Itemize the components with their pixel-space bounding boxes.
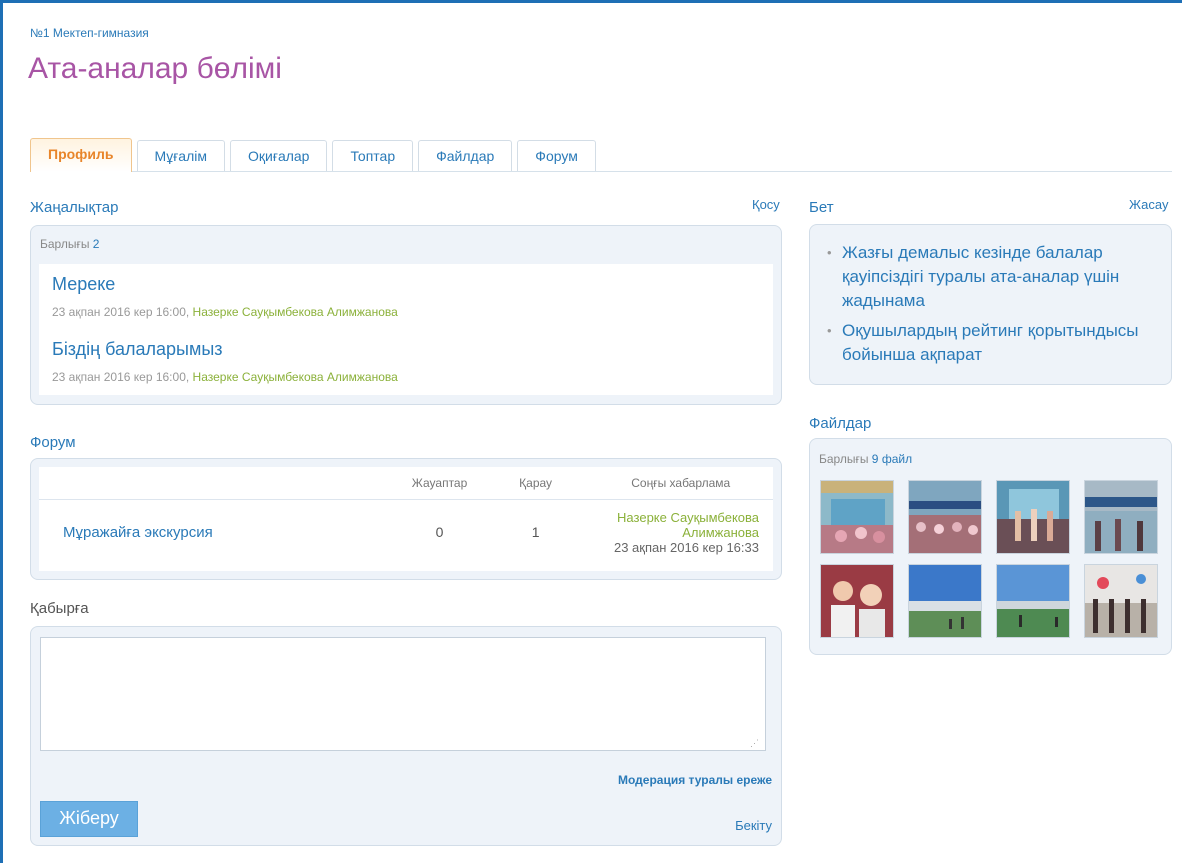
forum-col-views: Қарау <box>482 467 589 500</box>
files-box: Барлығы 9 файл <box>809 438 1172 655</box>
pages-list: Жазғы демалыс кезінде балалар қауіпсізді… <box>827 241 1163 373</box>
file-thumbnail[interactable] <box>820 480 894 554</box>
file-thumbnail[interactable] <box>908 480 982 554</box>
photo-icon <box>1085 565 1157 637</box>
list-item: Оқушылардың рейтинг қорытындысы бойынша … <box>827 319 1163 367</box>
pages-create-link[interactable]: Жасау <box>1129 197 1168 212</box>
page-title: Ата-аналар бөлімі <box>28 52 282 85</box>
wall-textarea[interactable] <box>40 637 766 751</box>
forum-topic-cell: Мұражайға экскурсия <box>39 500 396 565</box>
news-count: Барлығы 2 <box>40 237 99 251</box>
photo-icon <box>997 565 1069 637</box>
forum-table: Жауаптар Қарау Соңғы хабарлама Мұражайға… <box>39 467 773 564</box>
files-title: Файлдар <box>809 415 872 432</box>
forum-col-last: Соңғы хабарлама <box>588 467 773 500</box>
forum-table-wrap: Жауаптар Қарау Соңғы хабарлама Мұражайға… <box>39 467 773 571</box>
forum-col-replies: Жауаптар <box>396 467 483 500</box>
news-add-link[interactable]: Қосу <box>752 197 780 212</box>
forum-last-author[interactable]: Назерке Сауқымбекова Алимжанова <box>589 510 759 540</box>
news-item-meta: 23 ақпан 2016 кер 16:00, Назерке Сауқымб… <box>52 370 398 384</box>
page-link[interactable]: Жазғы демалыс кезінде балалар қауіпсізді… <box>842 243 1119 310</box>
photo-icon <box>1085 481 1157 553</box>
breadcrumb[interactable]: №1 Мектеп-гимназия <box>30 26 149 40</box>
news-count-value: 2 <box>92 237 100 251</box>
file-thumbnail[interactable] <box>996 564 1070 638</box>
file-thumbnail[interactable] <box>1084 480 1158 554</box>
tab-groups[interactable]: Топтар <box>332 140 414 171</box>
list-item: Жазғы демалыс кезінде балалар қауіпсізді… <box>827 241 1163 313</box>
tab-forum[interactable]: Форум <box>517 140 596 171</box>
table-header: Жауаптар Қарау Соңғы хабарлама <box>39 467 773 500</box>
forum-title: Форум <box>30 434 76 451</box>
moderation-rules-link[interactable]: Модерация туралы ереже <box>618 773 772 787</box>
files-count-label: Барлығы <box>819 452 869 466</box>
tab-files[interactable]: Файлдар <box>418 140 513 171</box>
news-item-title[interactable]: Біздің балаларымыз <box>52 339 223 360</box>
files-count-unit: файл <box>881 452 913 466</box>
news-list: Мереке 23 ақпан 2016 кер 16:00, Назерке … <box>39 264 773 395</box>
photo-icon <box>821 565 893 637</box>
pages-title: Бет <box>809 199 834 216</box>
forum-col-topic <box>39 467 397 500</box>
news-item-author[interactable]: Назерке Сауқымбекова Алимжанова <box>193 370 398 384</box>
pages-box: Жазғы демалыс кезінде балалар қауіпсізді… <box>809 224 1172 385</box>
photo-icon <box>909 565 981 637</box>
forum-views-cell: 1 <box>531 524 540 540</box>
file-thumbnail[interactable] <box>1084 564 1158 638</box>
news-count-label: Барлығы <box>40 237 90 251</box>
news-item-date: 23 ақпан 2016 кер 16:00, <box>52 305 190 319</box>
tab-bar: Профиль Мұғалім Оқиғалар Топтар Файлдар … <box>30 138 1172 172</box>
send-button[interactable]: Жіберу <box>40 801 138 837</box>
forum-box: Жауаптар Қарау Соңғы хабарлама Мұражайға… <box>30 458 782 580</box>
pin-link[interactable]: Бекіту <box>735 818 772 833</box>
forum-topic-link[interactable]: Мұражайға экскурсия <box>63 524 213 541</box>
wall-title: Қабырға <box>30 600 89 617</box>
news-item-meta: 23 ақпан 2016 кер 16:00, Назерке Сауқымб… <box>52 305 398 319</box>
table-row: Мұражайға экскурсия 0 1 Назерке Сауқымбе… <box>39 500 773 565</box>
file-thumbnail[interactable] <box>908 564 982 638</box>
news-item-author[interactable]: Назерке Сауқымбекова Алимжанова <box>193 305 398 319</box>
forum-last-date: 23 ақпан 2016 кер 16:33 <box>613 539 759 555</box>
files-count-value: 9 <box>871 452 879 466</box>
tab-teacher[interactable]: Мұғалім <box>136 140 225 171</box>
news-box: Барлығы 2 Мереке 23 ақпан 2016 кер 16:00… <box>30 225 782 405</box>
file-thumbnail[interactable] <box>996 480 1070 554</box>
wall-box: ⋰ Модерация туралы ереже Жіберу Бекіту <box>30 626 782 846</box>
photo-icon <box>909 481 981 553</box>
tab-profile[interactable]: Профиль <box>30 138 132 172</box>
files-count: Барлығы 9 файл <box>819 452 912 466</box>
forum-replies-cell: 0 <box>435 524 444 540</box>
photo-icon <box>997 481 1069 553</box>
file-thumbnail[interactable] <box>820 564 894 638</box>
news-title: Жаңалықтар <box>30 199 119 216</box>
tab-events[interactable]: Оқиғалар <box>230 140 328 171</box>
news-item-date: 23 ақпан 2016 кер 16:00, <box>52 370 190 384</box>
page-link[interactable]: Оқушылардың рейтинг қорытындысы бойынша … <box>842 321 1139 364</box>
photo-icon <box>821 481 893 553</box>
news-item-title[interactable]: Мереке <box>52 274 115 295</box>
forum-last-cell: Назерке Сауқымбекова Алимжанова 23 ақпан… <box>588 500 773 565</box>
